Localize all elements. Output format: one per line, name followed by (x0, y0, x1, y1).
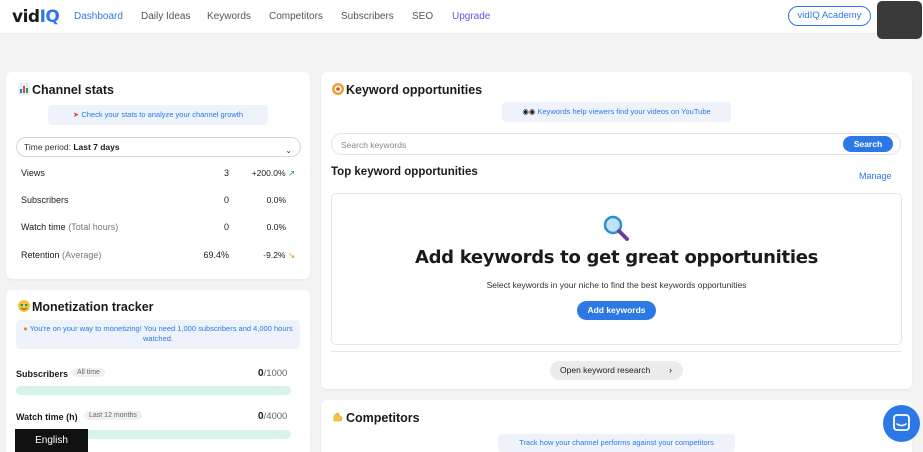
chevron-right-icon: › (669, 365, 672, 375)
trend-down-icon: ↘ (287, 250, 295, 260)
chat-button[interactable] (883, 405, 920, 442)
rocket-icon: ➤ (72, 110, 80, 119)
add-keywords-button[interactable]: Add keywords (577, 301, 656, 320)
stat-row-retention: Retention (Average) 69.4% -9.2% ↘ (21, 250, 295, 260)
money-face-icon (18, 300, 30, 312)
flexed-biceps-icon (333, 412, 343, 422)
empty-state-subtext: Select keywords in your niche to find th… (486, 280, 747, 290)
subscribers-period-tag: All time (72, 368, 105, 377)
chevron-down-icon: ⌄ (285, 146, 292, 155)
nav-upgrade[interactable]: Upgrade (452, 11, 490, 22)
language-selector[interactable]: English (15, 429, 88, 452)
subscribers-count: 0/1000 (258, 368, 288, 379)
open-keyword-research-button[interactable]: Open keyword research › (550, 361, 683, 380)
monetization-title: Monetization tracker (18, 300, 154, 314)
nav-competitors[interactable]: Competitors (269, 11, 323, 22)
channel-stats-hint: ➤ Check your stats to analyze your chann… (48, 105, 268, 125)
watch-time-period-tag: Last 12 months (84, 411, 142, 420)
chat-icon (893, 414, 910, 431)
subscribers-label: Subscribers (16, 369, 69, 379)
magnifier-icon (603, 215, 629, 241)
competitors-title: Competitors (332, 411, 420, 425)
competitors-hint: Track how your channel performs against … (498, 434, 735, 452)
keyword-hint: ◉◉ Keywords help viewers find your video… (502, 102, 731, 122)
subscribers-progress-bar (16, 386, 291, 395)
keyword-search-button[interactable]: Search (843, 136, 893, 152)
nav-subscribers[interactable]: Subscribers (341, 11, 394, 22)
manage-link[interactable]: Manage (859, 171, 892, 181)
trend-up-icon: ↗ (287, 168, 295, 178)
channel-stats-title: Channel stats (18, 83, 114, 97)
top-keyword-opportunities-title: Top keyword opportunities (331, 166, 478, 178)
stat-row-subscribers: Subscribers 0 0.0% (21, 195, 286, 205)
keyword-opportunities-title: Keyword opportunities (332, 83, 482, 97)
nav-dashboard[interactable]: Dashboard (74, 11, 123, 22)
keyword-search-input[interactable] (341, 138, 821, 151)
divider (331, 351, 902, 352)
target-icon (332, 83, 344, 95)
empty-state-heading: Add keywords to get great opportunities (414, 247, 819, 268)
nav-daily-ideas[interactable]: Daily Ideas (141, 11, 190, 22)
stat-row-views: Views 3 +200.0% ↗ (21, 168, 295, 178)
bar-chart-icon (18, 83, 30, 95)
eyes-icon: ◉◉ (522, 107, 536, 116)
nav-keywords[interactable]: Keywords (207, 11, 251, 22)
nav-seo[interactable]: SEO (412, 11, 433, 22)
stat-row-watch-time: Watch time (Total hours) 0 0.0% (21, 222, 286, 232)
monetization-note: ● You're on your way to monetizing! You … (16, 320, 300, 349)
keyword-search-box (331, 133, 901, 155)
time-period-select[interactable]: Time period: Last 7 days ⌄ (16, 137, 301, 157)
watch-time-label: Watch time (h) (16, 412, 78, 422)
avatar[interactable] (877, 1, 922, 39)
vidiq-logo[interactable]: vidIQ (12, 7, 60, 27)
medal-icon: ● (23, 324, 28, 333)
top-nav: vidIQ Dashboard Daily Ideas Keywords Com… (0, 0, 923, 34)
watch-time-count: 0/4000 (258, 411, 288, 422)
vidiq-academy-button[interactable]: vidIQ Academy (788, 6, 871, 26)
